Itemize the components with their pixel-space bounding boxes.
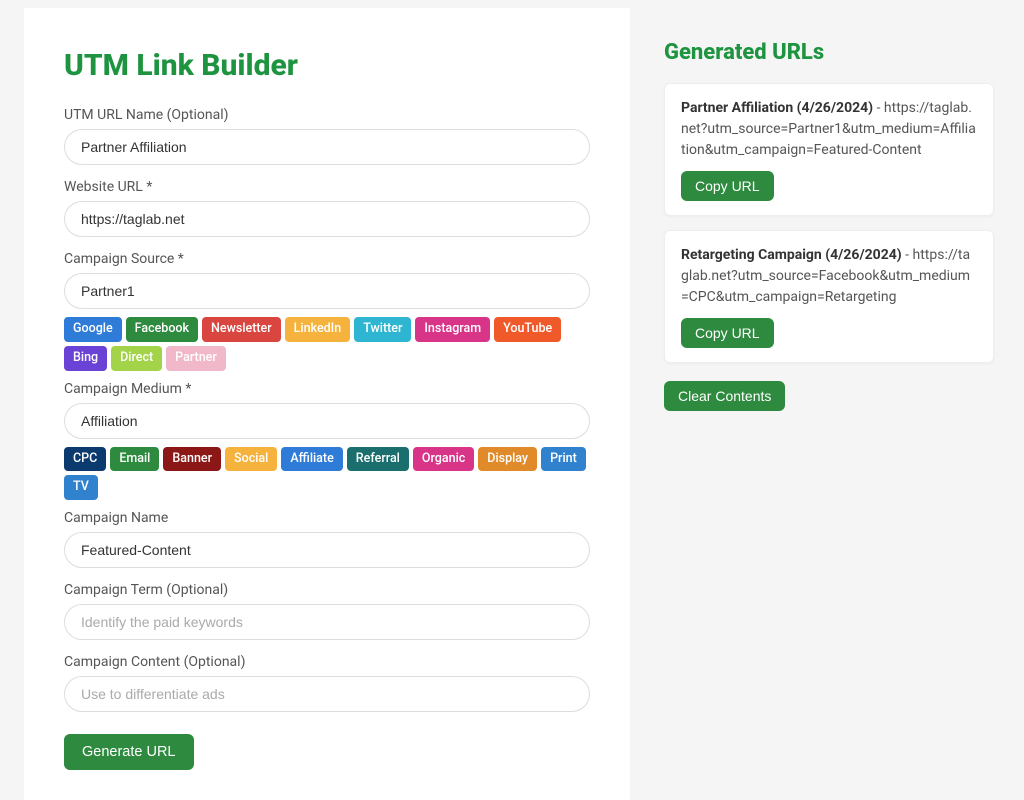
- medium-pill-organic[interactable]: Organic: [413, 447, 474, 472]
- campaign-name-input[interactable]: [64, 532, 590, 568]
- medium-pill-row: CPCEmailBannerSocialAffiliateReferralOrg…: [64, 447, 590, 501]
- source-pill-bing[interactable]: Bing: [64, 346, 107, 371]
- generated-url-card: Partner Affiliation (4/26/2024) - https:…: [664, 83, 994, 216]
- website-url-label: Website URL *: [64, 179, 590, 195]
- source-pill-partner[interactable]: Partner: [166, 346, 226, 371]
- generated-url-card: Retargeting Campaign (4/26/2024) - https…: [664, 230, 994, 363]
- medium-pill-affiliate[interactable]: Affiliate: [281, 447, 342, 472]
- medium-pill-referral[interactable]: Referral: [347, 447, 409, 472]
- generate-url-button[interactable]: Generate URL: [64, 734, 194, 770]
- copy-url-button[interactable]: Copy URL: [681, 171, 774, 201]
- campaign-term-input[interactable]: [64, 604, 590, 640]
- medium-pill-cpc[interactable]: CPC: [64, 447, 106, 472]
- campaign-name-label: Campaign Name: [64, 510, 590, 526]
- campaign-medium-label: Campaign Medium *: [64, 381, 590, 397]
- clear-contents-button[interactable]: Clear Contents: [664, 381, 785, 411]
- utm-builder-panel: UTM Link Builder UTM URL Name (Optional)…: [24, 8, 630, 800]
- campaign-content-input[interactable]: [64, 676, 590, 712]
- medium-pill-social[interactable]: Social: [225, 447, 277, 472]
- source-pill-direct[interactable]: Direct: [111, 346, 162, 371]
- source-pill-newsletter[interactable]: Newsletter: [202, 317, 281, 342]
- campaign-term-label: Campaign Term (Optional): [64, 582, 590, 598]
- generated-urls-panel: Generated URLs Partner Affiliation (4/26…: [654, 0, 1024, 800]
- campaign-source-label: Campaign Source *: [64, 251, 590, 267]
- source-pill-google[interactable]: Google: [64, 317, 122, 342]
- source-pill-facebook[interactable]: Facebook: [126, 317, 198, 342]
- url-name-input[interactable]: [64, 129, 590, 165]
- source-pill-linkedin[interactable]: LinkedIn: [285, 317, 351, 342]
- source-pill-row: GoogleFacebookNewsletterLinkedInTwitterI…: [64, 317, 590, 371]
- medium-pill-email[interactable]: Email: [110, 447, 159, 472]
- medium-pill-banner[interactable]: Banner: [163, 447, 221, 472]
- medium-pill-print[interactable]: Print: [541, 447, 586, 472]
- campaign-medium-input[interactable]: [64, 403, 590, 439]
- copy-url-button[interactable]: Copy URL: [681, 318, 774, 348]
- url-name-label: UTM URL Name (Optional): [64, 107, 590, 123]
- generated-urls-title: Generated URLs: [664, 40, 994, 65]
- website-url-input[interactable]: [64, 201, 590, 237]
- source-pill-youtube[interactable]: YouTube: [494, 317, 561, 342]
- source-pill-instagram[interactable]: Instagram: [415, 317, 490, 342]
- medium-pill-tv[interactable]: TV: [64, 475, 98, 500]
- campaign-content-label: Campaign Content (Optional): [64, 654, 590, 670]
- generated-url-text: Retargeting Campaign (4/26/2024) - https…: [681, 245, 977, 308]
- campaign-source-input[interactable]: [64, 273, 590, 309]
- page-title: UTM Link Builder: [64, 48, 590, 83]
- source-pill-twitter[interactable]: Twitter: [354, 317, 411, 342]
- generated-url-text: Partner Affiliation (4/26/2024) - https:…: [681, 98, 977, 161]
- medium-pill-display[interactable]: Display: [478, 447, 537, 472]
